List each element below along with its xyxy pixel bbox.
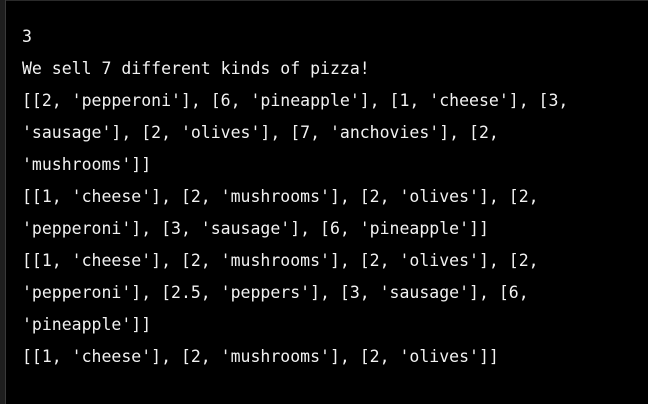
output-line: 'sausage'], [2, 'olives'], [7, 'anchovie… xyxy=(22,123,499,142)
output-line: [[1, 'cheese'], [2, 'mushrooms'], [2, 'o… xyxy=(22,347,499,366)
output-line: 'pineapple']] xyxy=(22,315,152,334)
output-line: [[1, 'cheese'], [2, 'mushrooms'], [2, 'o… xyxy=(22,187,539,206)
terminal-top-border xyxy=(0,0,648,1)
terminal-window[interactable]: 3 We sell 7 different kinds of pizza! [[… xyxy=(0,0,648,404)
terminal-output[interactable]: 3 We sell 7 different kinds of pizza! [[… xyxy=(22,21,642,373)
output-line: We sell 7 different kinds of pizza! xyxy=(22,59,370,78)
output-line: 'mushrooms']] xyxy=(22,155,152,174)
output-line: [[2, 'pepperoni'], [6, 'pineapple'], [1,… xyxy=(22,91,569,110)
terminal-gutter xyxy=(0,0,6,404)
output-line: 'pepperoni'], [3, 'sausage'], [6, 'pinea… xyxy=(22,219,489,238)
output-line: 3 xyxy=(22,27,32,46)
output-line: 'pepperoni'], [2.5, 'peppers'], [3, 'sau… xyxy=(22,283,529,302)
output-line: [[1, 'cheese'], [2, 'mushrooms'], [2, 'o… xyxy=(22,251,539,270)
